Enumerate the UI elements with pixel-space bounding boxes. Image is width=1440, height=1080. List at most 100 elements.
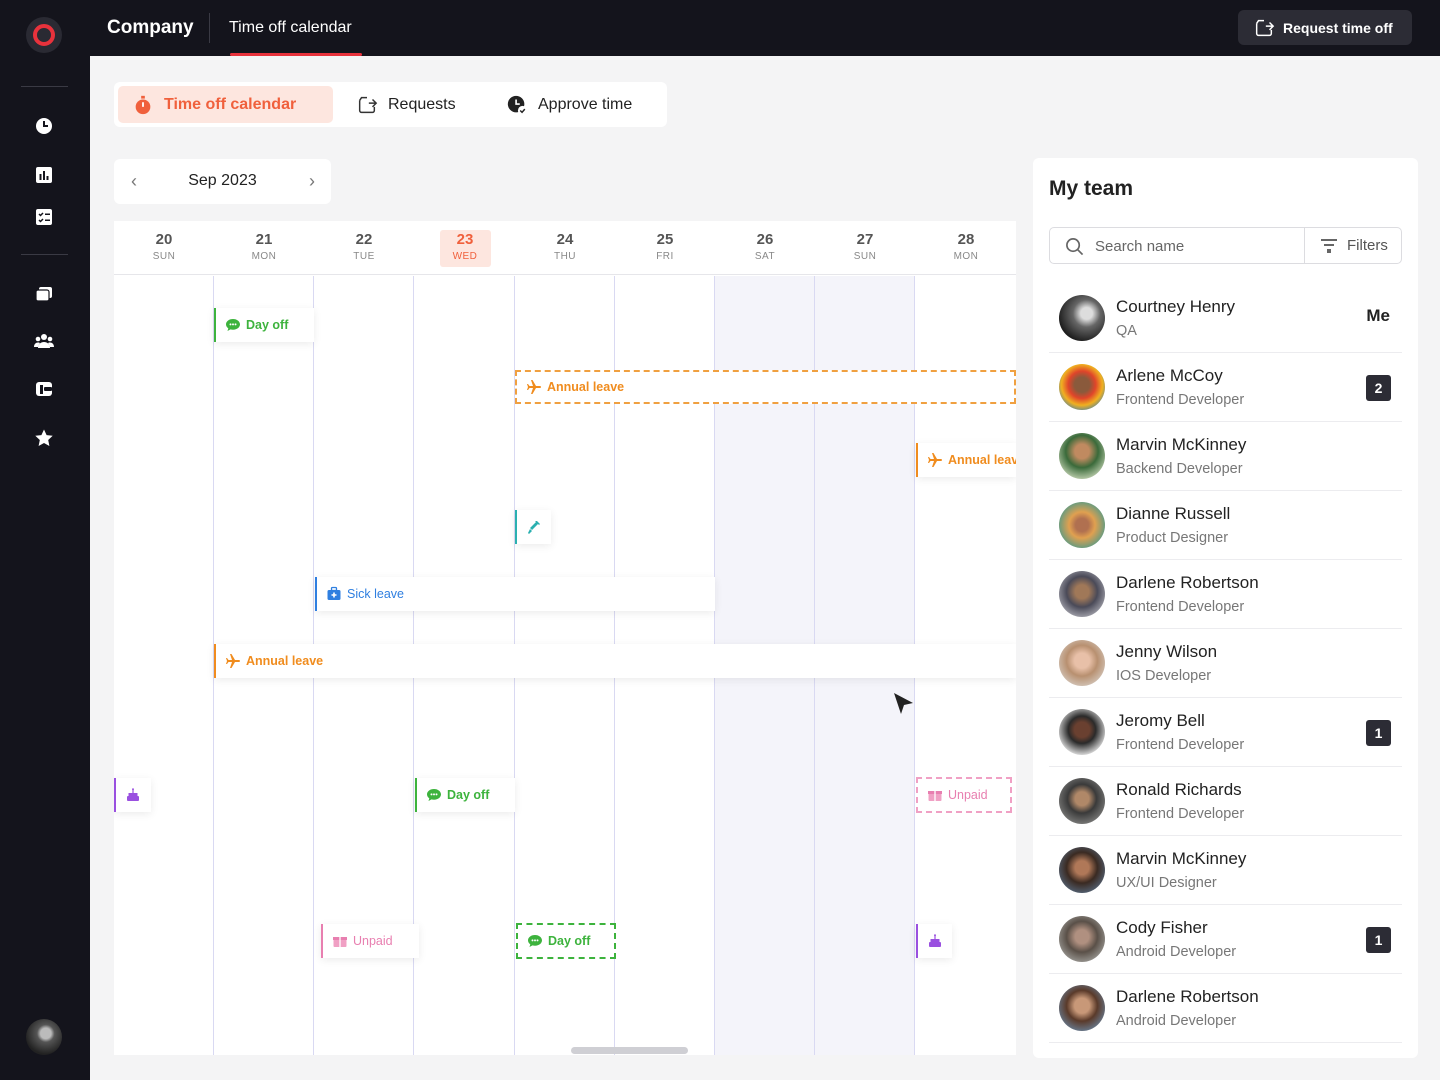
filters-label: Filters bbox=[1347, 237, 1388, 254]
member-role: Frontend Developer bbox=[1116, 392, 1245, 408]
user-avatar[interactable] bbox=[26, 1019, 62, 1055]
gift-icon bbox=[333, 937, 347, 947]
event-day-off[interactable]: Day off bbox=[214, 308, 314, 342]
team-member-row[interactable]: Darlene Robertson Android Developer bbox=[1049, 974, 1402, 1043]
avatar bbox=[1059, 571, 1105, 617]
team-icon[interactable] bbox=[33, 330, 55, 352]
event-vaccine[interactable] bbox=[515, 510, 551, 544]
day-header: 28 MON bbox=[916, 221, 1016, 275]
clock-icon[interactable] bbox=[33, 115, 55, 137]
avatar bbox=[1059, 295, 1105, 341]
avatar bbox=[1059, 847, 1105, 893]
day-header-today: 23 WED bbox=[415, 221, 515, 275]
sidebar-divider bbox=[21, 254, 68, 255]
team-member-row[interactable]: Darlene Robertson Frontend Developer bbox=[1049, 560, 1402, 629]
team-member-row[interactable]: Marvin McKinney UX/UI Designer bbox=[1049, 836, 1402, 905]
clock-check-icon bbox=[507, 95, 528, 115]
chevron-right-icon[interactable]: › bbox=[302, 171, 322, 191]
day-column[interactable] bbox=[114, 276, 214, 1055]
star-icon[interactable] bbox=[33, 427, 55, 449]
airplane-icon bbox=[928, 453, 942, 467]
member-name: Courtney Henry bbox=[1116, 297, 1236, 316]
cake-icon bbox=[929, 934, 941, 947]
event-unpaid[interactable]: Unpaid bbox=[321, 924, 419, 958]
event-label: Unpaid bbox=[353, 934, 393, 948]
checklist-icon[interactable] bbox=[33, 206, 55, 228]
avatar bbox=[1059, 778, 1105, 824]
event-annual-leave[interactable]: Annual leave bbox=[214, 644, 1016, 678]
event-annual-leave-pending[interactable]: Annual leave bbox=[515, 370, 1016, 404]
team-member-row[interactable]: Arlene McCoy Frontend Developer 2 bbox=[1049, 353, 1402, 422]
member-role: Frontend Developer bbox=[1116, 599, 1245, 615]
event-label: Annual leave bbox=[246, 654, 324, 668]
chart-icon[interactable] bbox=[33, 164, 55, 186]
event-day-off-pending[interactable]: Day off bbox=[516, 923, 616, 959]
team-member-row[interactable]: Courtney Henry QA Me bbox=[1049, 284, 1402, 353]
tab-requests[interactable]: Requests bbox=[342, 86, 470, 123]
member-name: Ronald Richards bbox=[1116, 780, 1242, 799]
company-title[interactable]: Company bbox=[107, 17, 194, 39]
avatar bbox=[1059, 502, 1105, 548]
member-role: Frontend Developer bbox=[1116, 806, 1245, 822]
event-unpaid-pending[interactable]: Unpaid bbox=[916, 777, 1012, 813]
event-label: Annual leave bbox=[547, 380, 625, 394]
event-annual-leave[interactable]: Annual leave bbox=[916, 443, 1016, 477]
day-name: MON bbox=[953, 251, 979, 262]
search-icon bbox=[1066, 238, 1084, 256]
event-label: Sick leave bbox=[347, 587, 404, 601]
day-name: SUN bbox=[853, 251, 877, 262]
member-name: Darlene Robertson bbox=[1116, 573, 1259, 592]
filter-icon bbox=[1321, 238, 1337, 253]
tab-time-off-calendar-view[interactable]: Time off calendar bbox=[118, 86, 333, 123]
calendar-grid: 20 SUN 21 MON 22 TUE 23 WED 24 THU 25 FRI 26 SA… bbox=[114, 221, 1016, 1055]
wallet-icon[interactable] bbox=[33, 378, 55, 400]
folders-icon[interactable] bbox=[33, 283, 55, 305]
team-member-row[interactable]: Marvin McKinney Backend Developer bbox=[1049, 422, 1402, 491]
avatar bbox=[1059, 985, 1105, 1031]
sidebar bbox=[0, 0, 90, 1080]
team-member-row[interactable]: Jenny Wilson IOS Developer bbox=[1049, 629, 1402, 698]
team-member-row[interactable]: Ronald Richards Frontend Developer bbox=[1049, 767, 1402, 836]
event-day-off[interactable]: Day off bbox=[415, 778, 515, 812]
request-time-off-button[interactable]: Request time off bbox=[1238, 10, 1412, 45]
team-member-row[interactable]: Jeromy Bell Frontend Developer 1 bbox=[1049, 698, 1402, 767]
pending-count-badge: 1 bbox=[1366, 927, 1391, 953]
day-number: 20 bbox=[155, 231, 173, 248]
day-name: WED bbox=[452, 251, 478, 262]
current-month: Sep 2023 bbox=[188, 172, 257, 189]
event-sick-leave[interactable]: Sick leave bbox=[315, 577, 715, 611]
event-birthday[interactable] bbox=[114, 778, 151, 812]
gift-icon bbox=[928, 791, 942, 801]
view-tabs: Time off calendar Requests Approve time bbox=[114, 82, 667, 127]
app-logo[interactable] bbox=[26, 17, 62, 53]
event-birthday[interactable] bbox=[916, 924, 952, 958]
panel-title: My team bbox=[1049, 177, 1134, 200]
team-member-row[interactable]: Cody Fisher Android Developer 1 bbox=[1049, 905, 1402, 974]
event-label: Annual leave bbox=[948, 453, 1016, 467]
month-navigator: ‹ Sep 2023 › bbox=[114, 159, 331, 204]
filters-button[interactable]: Filters bbox=[1305, 228, 1403, 263]
pending-count-badge: 1 bbox=[1366, 720, 1391, 746]
member-name: Darlene Robertson bbox=[1116, 987, 1259, 1006]
day-name: SUN bbox=[152, 251, 176, 262]
day-name: THU bbox=[553, 251, 577, 262]
search-input[interactable] bbox=[1095, 236, 1295, 256]
member-name: Cody Fisher bbox=[1116, 918, 1208, 937]
day-number: 23 bbox=[456, 231, 474, 248]
member-role: Product Designer bbox=[1116, 530, 1229, 546]
subtab-label: Requests bbox=[388, 95, 456, 113]
logo-ring-icon bbox=[33, 24, 55, 46]
calendar-header: 20 SUN 21 MON 22 TUE 23 WED 24 THU 25 FRI 26 SA… bbox=[114, 221, 1016, 275]
mouse-cursor-icon bbox=[894, 693, 913, 714]
topbar-divider bbox=[209, 13, 210, 43]
tab-approve-time[interactable]: Approve time bbox=[492, 86, 646, 123]
horizontal-scrollbar[interactable] bbox=[571, 1047, 688, 1054]
event-label: Unpaid bbox=[948, 788, 988, 802]
team-member-row[interactable]: Dianne Russell Product Designer bbox=[1049, 491, 1402, 560]
tab-time-off-calendar[interactable]: Time off calendar bbox=[229, 19, 352, 37]
day-header: 20 SUN bbox=[114, 221, 214, 275]
day-number: 24 bbox=[556, 231, 574, 248]
sidebar-divider bbox=[21, 86, 68, 87]
day-name: FRI bbox=[656, 251, 674, 262]
chat-bubble-icon bbox=[528, 935, 542, 947]
